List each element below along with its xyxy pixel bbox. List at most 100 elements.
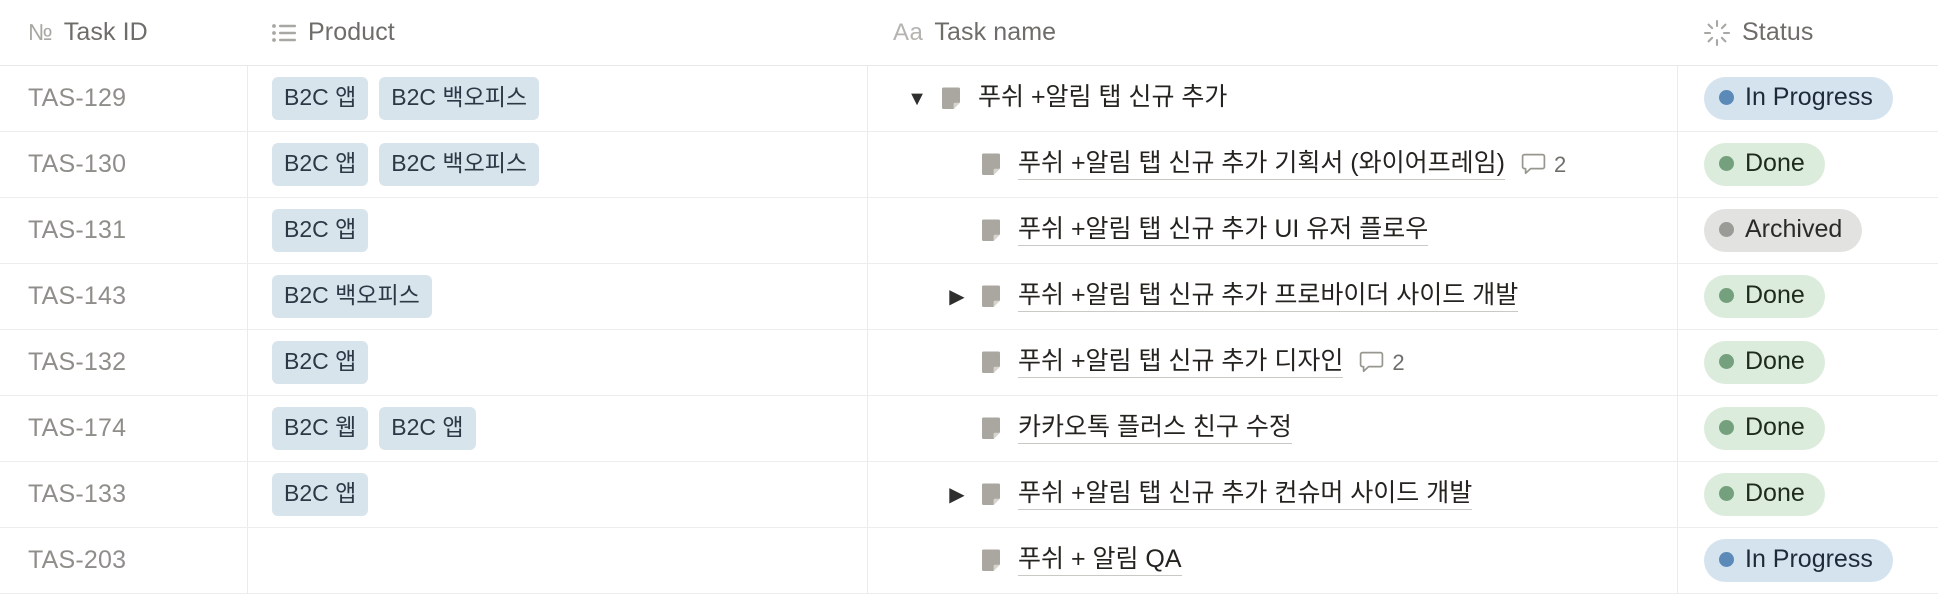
task-name-text[interactable]: 푸쉬 + 알림 QA	[1018, 545, 1182, 577]
product-tag[interactable]: B2C 앱	[379, 407, 476, 450]
status-badge[interactable]: Done	[1704, 473, 1825, 516]
status-cell[interactable]: Done	[1677, 462, 1938, 527]
product-tag[interactable]: B2C 앱	[272, 77, 369, 120]
task-id-cell[interactable]: TAS-143	[0, 264, 247, 329]
table-row[interactable]: TAS-203 푸쉬 + 알림 QA In Progress	[0, 528, 1938, 594]
task-id-cell[interactable]: TAS-132	[0, 330, 247, 395]
twisty-collapsed-icon[interactable]: ▶	[934, 485, 980, 505]
task-id-cell[interactable]: TAS-129	[0, 66, 247, 131]
task-name-cell[interactable]: 푸쉬 +알림 탭 신규 추가 기획서 (와이어프레임) 2	[867, 132, 1677, 197]
status-cell[interactable]: Archived	[1677, 198, 1938, 263]
product-tag[interactable]: B2C 백오피스	[379, 77, 540, 120]
twisty-collapsed-icon[interactable]: ▶	[934, 287, 980, 307]
task-name-text[interactable]: 푸쉬 +알림 탭 신규 추가 컨슈머 사이드 개발	[1018, 479, 1473, 511]
table-row[interactable]: TAS-133 B2C 앱 ▶ 푸쉬 +알림 탭 신규 추가 컨슈머 사이드 개발 Do…	[0, 462, 1938, 528]
product-tag[interactable]: B2C 백오피스	[272, 275, 432, 318]
product-cell[interactable]: B2C 백오피스	[247, 264, 867, 329]
twisty-expanded-icon[interactable]: ▼	[894, 89, 940, 109]
task-id-value: TAS-143	[28, 282, 127, 310]
product-cell[interactable]: B2C 앱	[247, 330, 867, 395]
task-id-cell[interactable]: TAS-133	[0, 462, 247, 527]
task-name-cell[interactable]: 푸쉬 +알림 탭 신규 추가 UI 유저 플로우	[867, 198, 1677, 263]
status-label: Done	[1745, 413, 1805, 441]
product-tag[interactable]: B2C 백오피스	[379, 143, 540, 186]
status-spinner-icon	[1703, 19, 1731, 47]
status-label: Done	[1745, 149, 1805, 177]
product-tag-list: B2C 웹 B2C 앱	[272, 407, 476, 450]
status-cell[interactable]: Done	[1677, 396, 1938, 461]
table-row[interactable]: TAS-131 B2C 앱 푸쉬 +알림 탭 신규 추가 UI 유저 플로우 Arch…	[0, 198, 1938, 264]
column-header-task-id[interactable]: № Task ID	[0, 0, 247, 65]
product-cell[interactable]: B2C 앱	[247, 198, 867, 263]
product-tag[interactable]: B2C 앱	[272, 341, 369, 384]
task-name-cell[interactable]: 카카오톡 플러스 친구 수정	[867, 396, 1677, 461]
comment-count-badge[interactable]: 2	[1359, 350, 1405, 376]
column-header-label: Status	[1742, 18, 1814, 46]
product-tag[interactable]: B2C 앱	[272, 473, 369, 516]
task-id-cell[interactable]: TAS-131	[0, 198, 247, 263]
document-icon	[940, 86, 965, 112]
status-label: Done	[1745, 479, 1805, 507]
task-name-text[interactable]: 푸쉬 +알림 탭 신규 추가 기획서 (와이어프레임)	[1018, 149, 1505, 181]
status-badge[interactable]: Done	[1704, 143, 1825, 186]
product-tag-list: B2C 앱	[272, 473, 369, 516]
task-name-text[interactable]: 푸쉬 +알림 탭 신규 추가 프로바이더 사이드 개발	[1018, 281, 1519, 313]
column-header-task-name[interactable]: Aa Task name	[867, 0, 1677, 65]
status-cell[interactable]: Done	[1677, 264, 1938, 329]
column-header-product[interactable]: Product	[247, 0, 867, 65]
product-cell[interactable]: B2C 앱 B2C 백오피스	[247, 66, 867, 131]
task-name-text[interactable]: 푸쉬 +알림 탭 신규 추가	[978, 83, 1227, 114]
table-row[interactable]: TAS-129 B2C 앱 B2C 백오피스 ▼ 푸쉬 +알림 탭 신규 추가 In Pr…	[0, 66, 1938, 132]
product-cell[interactable]: B2C 웹 B2C 앱	[247, 396, 867, 461]
status-dot-icon	[1719, 420, 1734, 435]
status-badge[interactable]: Archived	[1704, 209, 1863, 252]
task-name-text[interactable]: 푸쉬 +알림 탭 신규 추가 디자인	[1018, 347, 1344, 379]
product-tag[interactable]: B2C 앱	[272, 143, 369, 186]
status-cell[interactable]: Done	[1677, 132, 1938, 197]
product-cell[interactable]	[247, 528, 867, 593]
task-name-text[interactable]: 푸쉬 +알림 탭 신규 추가 UI 유저 플로우	[1018, 215, 1429, 247]
status-dot-icon	[1719, 552, 1734, 567]
status-cell[interactable]: In Progress	[1677, 528, 1938, 593]
status-badge[interactable]: Done	[1704, 341, 1825, 384]
task-name-cell[interactable]: ▶ 푸쉬 +알림 탭 신규 추가 프로바이더 사이드 개발	[867, 264, 1677, 329]
task-id-cell[interactable]: TAS-130	[0, 132, 247, 197]
task-id-cell[interactable]: TAS-174	[0, 396, 247, 461]
task-name-cell[interactable]: 푸쉬 + 알림 QA	[867, 528, 1677, 593]
task-id-value: TAS-132	[28, 348, 127, 376]
status-label: Archived	[1745, 215, 1843, 243]
task-id-value: TAS-133	[28, 480, 127, 508]
status-dot-icon	[1719, 222, 1734, 237]
product-tag[interactable]: B2C 웹	[272, 407, 369, 450]
task-name-cell[interactable]: ▶ 푸쉬 +알림 탭 신규 추가 컨슈머 사이드 개발	[867, 462, 1677, 527]
status-label: Done	[1745, 347, 1805, 375]
table-row[interactable]: TAS-143 B2C 백오피스 ▶ 푸쉬 +알림 탭 신규 추가 프로바이더 사이드…	[0, 264, 1938, 330]
product-cell[interactable]: B2C 앱 B2C 백오피스	[247, 132, 867, 197]
task-name-cell[interactable]: ▼ 푸쉬 +알림 탭 신규 추가	[867, 66, 1677, 131]
table-row[interactable]: TAS-174 B2C 웹 B2C 앱 카카오톡 플러스 친구 수정 Done	[0, 396, 1938, 462]
task-id-cell[interactable]: TAS-203	[0, 528, 247, 593]
task-name-inner: ▶ 푸쉬 +알림 탭 신규 추가 컨슈머 사이드 개발	[894, 462, 1677, 527]
comment-count-badge[interactable]: 2	[1521, 152, 1566, 178]
status-badge[interactable]: Done	[1704, 407, 1825, 450]
product-cell[interactable]: B2C 앱	[247, 462, 867, 527]
task-name-inner: ▼ 푸쉬 +알림 탭 신규 추가	[894, 66, 1677, 131]
status-label: In Progress	[1745, 545, 1873, 573]
product-tag[interactable]: B2C 앱	[272, 209, 369, 252]
table-row[interactable]: TAS-132 B2C 앱 푸쉬 +알림 탭 신규 추가 디자인 2 Done	[0, 330, 1938, 396]
status-badge[interactable]: In Progress	[1704, 77, 1893, 120]
document-icon	[980, 416, 1005, 442]
status-cell[interactable]: Done	[1677, 330, 1938, 395]
status-dot-icon	[1719, 354, 1734, 369]
document-icon	[980, 548, 1005, 574]
task-id-value: TAS-203	[28, 546, 127, 574]
status-badge[interactable]: In Progress	[1704, 539, 1893, 582]
status-label: In Progress	[1745, 83, 1873, 111]
column-header-status[interactable]: Status	[1677, 0, 1938, 65]
status-cell[interactable]: In Progress	[1677, 66, 1938, 131]
task-name-text[interactable]: 카카오톡 플러스 친구 수정	[1018, 413, 1292, 445]
table-row[interactable]: TAS-130 B2C 앱 B2C 백오피스 푸쉬 +알림 탭 신규 추가 기획서 (…	[0, 132, 1938, 198]
comment-count-value: 2	[1553, 151, 1567, 177]
status-badge[interactable]: Done	[1704, 275, 1825, 318]
task-name-cell[interactable]: 푸쉬 +알림 탭 신규 추가 디자인 2	[867, 330, 1677, 395]
